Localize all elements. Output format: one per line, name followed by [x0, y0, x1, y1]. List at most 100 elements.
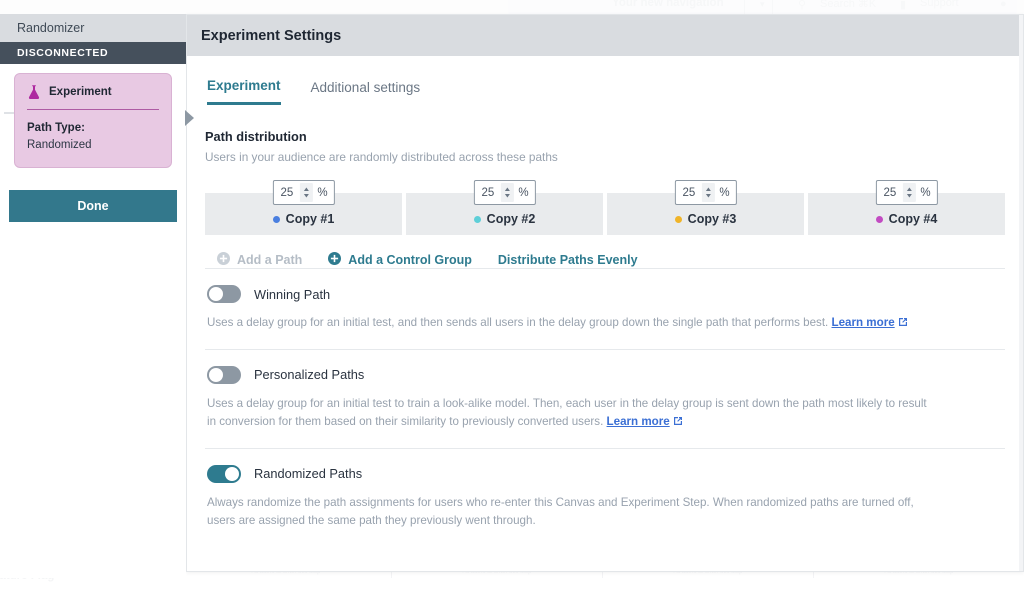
chat-icon[interactable]: ▮: [900, 0, 906, 11]
tab-bar: Experiment Additional settings: [207, 56, 1005, 105]
path-label: Copy #1: [273, 212, 335, 226]
chevron-down-icon[interactable]: ▾: [760, 0, 765, 10]
path-label: Copy #4: [876, 212, 938, 226]
path-label: Copy #2: [474, 212, 536, 226]
path-column: 25 % Copy #4: [808, 193, 1005, 235]
path-column: 25 % Copy #3: [607, 193, 804, 235]
modal-header: Experiment Settings: [187, 15, 1023, 56]
path-name: Copy #1: [286, 212, 335, 226]
path-name: Copy #3: [688, 212, 737, 226]
distribute-paths-evenly-button[interactable]: Distribute Paths Evenly: [498, 253, 638, 267]
randomized-paths-label: Randomized Paths: [254, 466, 362, 481]
path-distribution-row: 25 % Copy #1 25: [205, 181, 1005, 235]
percent-value[interactable]: 25: [681, 187, 696, 199]
top-navigation-bar: Your new navigation ▾ ⚲ Search ⌘K ▮ Supp…: [0, 0, 1024, 14]
percent-unit: %: [719, 187, 729, 199]
personalized-paths-toggle[interactable]: [207, 366, 241, 384]
node-edge-stub: [4, 112, 14, 114]
node-card-field-label: Path Type:: [27, 120, 159, 137]
path-column: 25 % Copy #2: [406, 193, 603, 235]
percent-unit: %: [317, 187, 327, 199]
path-distribution-subtitle: Users in your audience are randomly dist…: [205, 150, 1005, 164]
percent-stepper[interactable]: 25 %: [272, 180, 334, 205]
stepper-arrows-icon[interactable]: [902, 183, 915, 202]
nav-support-label[interactable]: Support: [920, 0, 959, 9]
winning-path-description-text: Uses a delay group for an initial test, …: [207, 316, 828, 329]
distribute-paths-evenly-label: Distribute Paths Evenly: [498, 253, 638, 267]
node-card-divider: [27, 109, 159, 110]
stepper-arrows-icon[interactable]: [299, 183, 312, 202]
toggle-knob: [209, 287, 223, 301]
path-color-dot: [474, 216, 481, 223]
modal-scrollbar[interactable]: [1019, 15, 1023, 571]
node-card-wrapper: Experiment Path Type: Randomized: [0, 64, 186, 168]
personalized-paths-description-text: Uses a delay group for an initial test t…: [207, 397, 927, 428]
randomized-paths-toggle[interactable]: [207, 465, 241, 483]
percent-stepper[interactable]: 25 %: [473, 180, 535, 205]
user-avatar-icon[interactable]: ●: [1000, 0, 1007, 10]
personalized-paths-description: Uses a delay group for an initial test t…: [207, 395, 937, 432]
external-link-icon[interactable]: [673, 414, 683, 432]
toggle-knob: [225, 467, 239, 481]
add-a-path-button[interactable]: Add a Path: [217, 252, 302, 268]
percent-value[interactable]: 25: [279, 187, 294, 199]
tab-additional-settings[interactable]: Additional settings: [311, 78, 421, 105]
path-actions-row: Add a Path Add a Control Group Distribut…: [205, 252, 1005, 268]
nav-divider: [772, 0, 773, 14]
status-badge: DISCONNECTED: [0, 42, 186, 64]
add-a-control-group-button[interactable]: Add a Control Group: [328, 252, 472, 268]
node-card-field-value: Randomized: [27, 137, 159, 154]
path-name: Copy #4: [889, 212, 938, 226]
path-name: Copy #2: [487, 212, 536, 226]
toggle-knob: [209, 368, 223, 382]
winning-path-description: Uses a delay group for an initial test, …: [207, 314, 937, 333]
path-label: Copy #3: [675, 212, 737, 226]
nav-title: Your new navigation: [612, 0, 724, 9]
option-row-winning-path: Winning Path Uses a delay group for an i…: [205, 268, 1005, 349]
learn-more-link[interactable]: Learn more: [607, 415, 670, 428]
winning-path-label: Winning Path: [254, 287, 330, 302]
node-card-header: Experiment: [27, 84, 159, 109]
external-link-icon[interactable]: [898, 315, 908, 333]
plus-circle-icon: [217, 252, 230, 268]
nav-divider: [744, 0, 745, 14]
tab-experiment[interactable]: Experiment: [207, 78, 281, 105]
search-icon[interactable]: ⚲: [798, 0, 806, 11]
stepper-arrows-icon[interactable]: [701, 183, 714, 202]
option-header: Winning Path: [207, 285, 1005, 303]
percent-value[interactable]: 25: [882, 187, 897, 199]
step-panel-title: Randomizer: [17, 21, 84, 35]
personalized-paths-label: Personalized Paths: [254, 367, 364, 382]
step-panel-header: Randomizer: [0, 14, 186, 42]
percent-value[interactable]: 25: [480, 187, 495, 199]
add-a-path-label: Add a Path: [237, 253, 302, 267]
done-button[interactable]: Done: [9, 190, 177, 222]
path-color-dot: [876, 216, 883, 223]
percent-unit: %: [920, 187, 930, 199]
winning-path-toggle[interactable]: [207, 285, 241, 303]
nav-search-label[interactable]: Search ⌘K: [820, 0, 876, 10]
step-panel: Randomizer DISCONNECTED Experiment Path …: [0, 14, 186, 578]
learn-more-link[interactable]: Learn more: [832, 316, 895, 329]
path-distribution-title: Path distribution: [205, 129, 1005, 144]
add-a-control-group-label: Add a Control Group: [348, 253, 472, 267]
status-badge-label: DISCONNECTED: [17, 47, 108, 59]
option-header: Personalized Paths: [207, 366, 1005, 384]
percent-stepper[interactable]: 25 %: [875, 180, 937, 205]
node-card-title: Experiment: [49, 86, 112, 98]
experiment-settings-modal: Experiment Settings Experiment Additiona…: [186, 14, 1024, 572]
path-color-dot: [675, 216, 682, 223]
node-output-arrow-icon: [185, 110, 194, 126]
option-row-personalized-paths: Personalized Paths Uses a delay group fo…: [205, 349, 1005, 448]
experiment-node-card[interactable]: Experiment Path Type: Randomized: [14, 73, 172, 168]
path-color-dot: [273, 216, 280, 223]
randomized-paths-description: Always randomize the path assignments fo…: [207, 494, 937, 530]
modal-body: Experiment Additional settings Path dist…: [187, 56, 1023, 546]
path-column: 25 % Copy #1: [205, 193, 402, 235]
option-header: Randomized Paths: [207, 465, 1005, 483]
stepper-arrows-icon[interactable]: [500, 183, 513, 202]
page-title: Experiment Settings: [201, 28, 341, 44]
plus-circle-icon: [328, 252, 341, 268]
percent-stepper[interactable]: 25 %: [674, 180, 736, 205]
option-row-randomized-paths: Randomized Paths Always randomize the pa…: [205, 448, 1005, 546]
